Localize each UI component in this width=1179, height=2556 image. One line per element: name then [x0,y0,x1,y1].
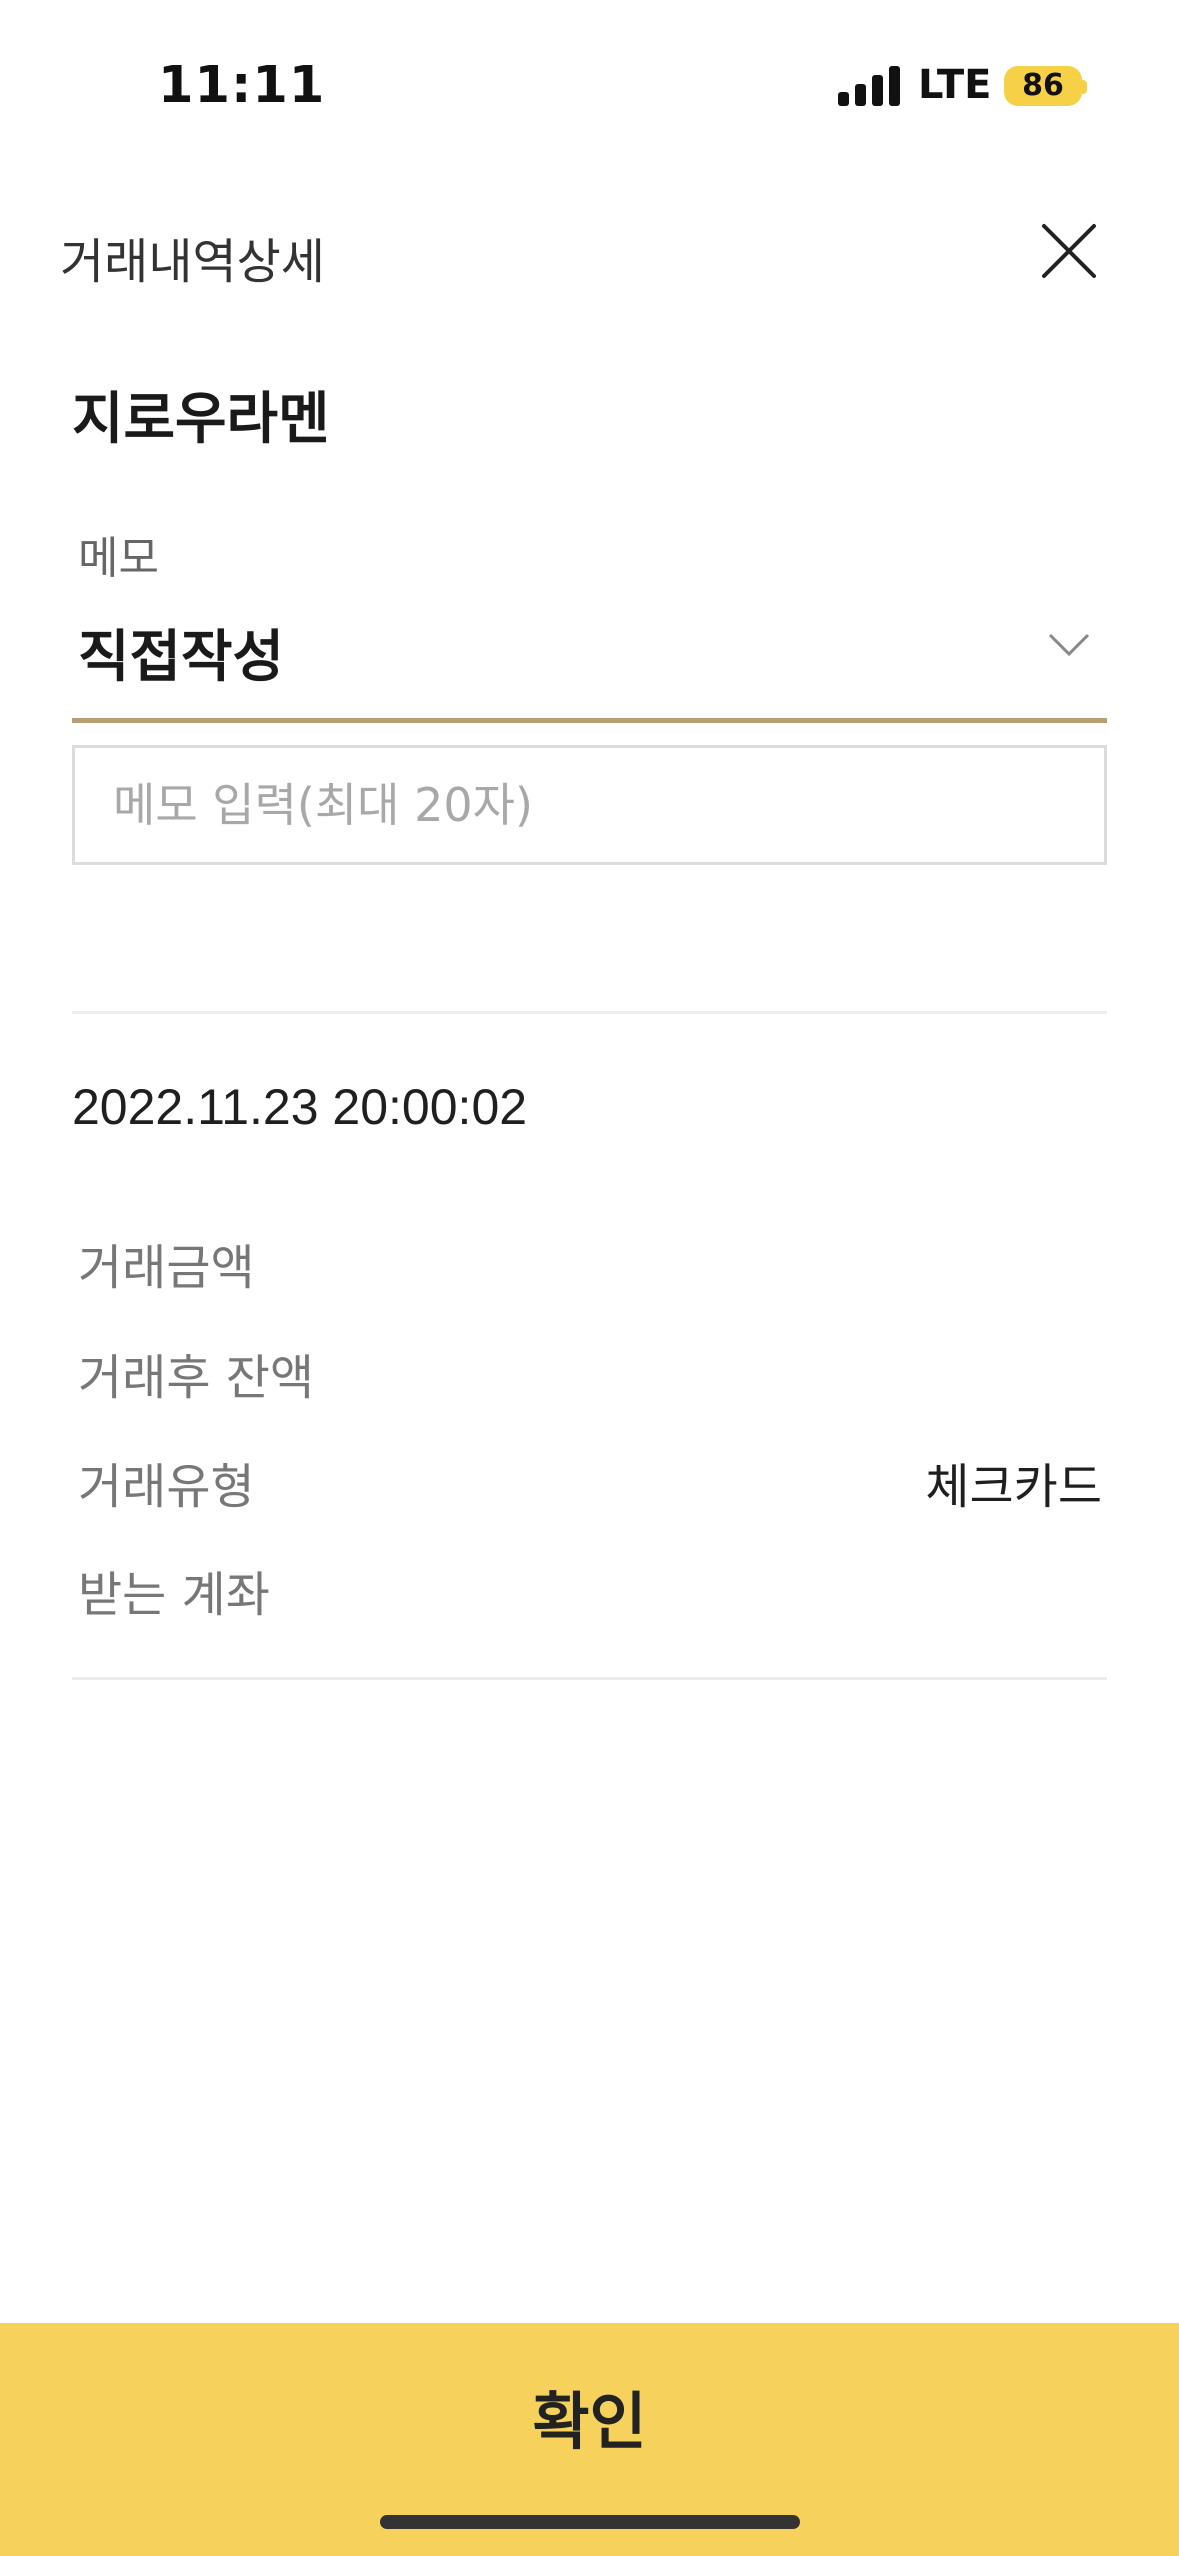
detail-row-amount: 거래금액 [78,1228,1102,1298]
memo-input[interactable] [72,745,1107,865]
detail-row-account: 받는 계좌 [78,1555,1102,1625]
memo-label: 메모 [78,533,159,584]
merchant-name: 지로우라멘 [72,387,330,452]
network-type: LTE [918,62,992,108]
status-time: 11:11 [158,56,326,115]
battery-tip [1082,80,1087,94]
close-icon [1042,224,1096,278]
detail-value: 체크카드 [925,1459,1102,1515]
detail-label: 거래후 잔액 [78,1350,315,1406]
memo-type-select[interactable]: 직접작성 [72,600,1107,723]
battery-icon: 86 [1004,66,1082,106]
page-title: 거래내역상세 [60,234,325,290]
detail-label: 거래금액 [78,1240,255,1296]
memo-type-selected-value: 직접작성 [78,625,285,690]
home-indicator [380,2515,800,2529]
section-divider [72,1677,1107,1680]
transaction-datetime: 2022.11.23 20:00:02 [72,1079,528,1135]
detail-label: 받는 계좌 [78,1567,270,1623]
detail-row-type: 거래유형 체크카드 [78,1447,1102,1517]
confirm-button-label: 확인 [532,2385,647,2458]
status-bar: 11:11 LTE 86 [0,0,1179,180]
section-divider [72,1011,1107,1014]
detail-label: 거래유형 [78,1459,255,1515]
cellular-signal-icon [838,66,900,106]
chevron-down-icon [1048,633,1090,657]
close-button[interactable] [1036,218,1102,284]
detail-row-balance: 거래후 잔액 [78,1338,1102,1408]
